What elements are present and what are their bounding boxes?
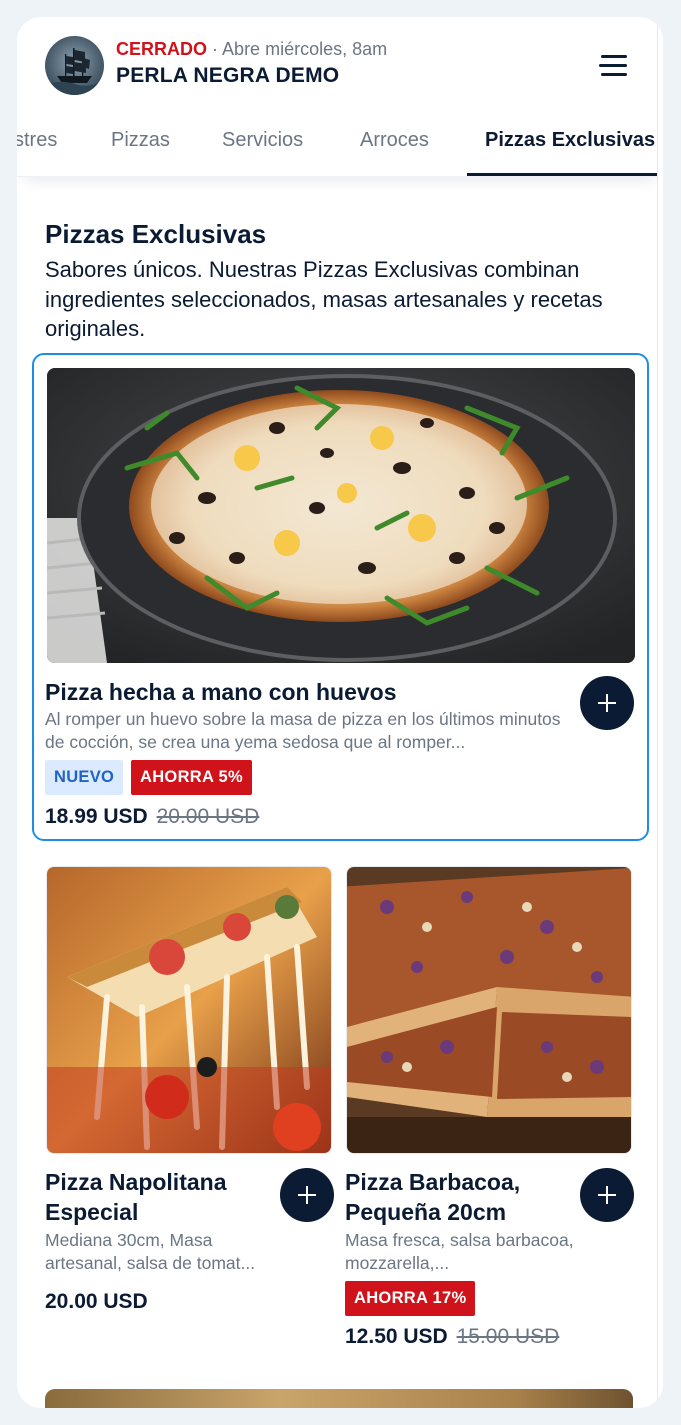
tab-arroces[interactable]: Arroces (360, 129, 429, 152)
next-product-image-peek (45, 1389, 633, 1408)
status-separator: · (212, 39, 219, 59)
product-price: 20.00 USD (45, 1290, 148, 1313)
current-price: 12.50 USD (345, 1325, 448, 1348)
active-tab-indicator (467, 173, 657, 176)
tab-pizzas[interactable]: Pizzas (111, 129, 170, 152)
closed-status-label: CERRADO (116, 39, 208, 59)
original-price: 20.00 USD (156, 805, 260, 828)
store-status: CERRADO · Abre miércoles, 8am (116, 39, 387, 60)
store-name: PERLA NEGRA DEMO (116, 64, 340, 87)
app-screen: CERRADO · Abre miércoles, 8am PERLA NEGR… (17, 17, 663, 1408)
add-to-cart-button[interactable] (580, 1168, 634, 1222)
pizza-cheese-pull-photo[interactable] (46, 866, 332, 1154)
pirate-ship-icon (51, 48, 99, 95)
tab-servicios[interactable]: Servicios (222, 129, 303, 152)
top-header: CERRADO · Abre miércoles, 8am PERLA NEGR… (17, 17, 663, 101)
product-description: Al romper un huevo sobre la masa de pizz… (45, 709, 561, 752)
add-to-cart-button[interactable] (280, 1168, 334, 1222)
product-title: Pizza hecha a mano con huevos (45, 679, 397, 705)
section-description: Sabores únicos. Nuestras Pizzas Exclusiv… (45, 257, 603, 341)
opening-hours-text: Abre miércoles, 8am (222, 39, 388, 59)
current-price: 18.99 USD (45, 805, 148, 828)
product-card-featured[interactable]: Pizza hecha a mano con huevos Al romper … (32, 353, 649, 841)
tab-postres[interactable]: stres (17, 129, 57, 152)
tab-pizzas-exclusivas[interactable]: Pizzas Exclusivas (485, 129, 655, 152)
section-title: Pizzas Exclusivas (45, 219, 267, 249)
product-description: Mediana 30cm, Masa artesanal, salsa de t… (45, 1230, 256, 1273)
screen-edge (657, 17, 663, 1408)
product-price: 12.50 USD 15.00 USD (345, 1325, 559, 1349)
original-price: 15.00 USD (456, 1325, 560, 1348)
hamburger-menu-icon[interactable] (599, 54, 629, 78)
product-title[interactable]: Pizza Barbacoa, Pequeña 20cm (345, 1167, 565, 1227)
add-to-cart-button[interactable] (580, 676, 634, 730)
store-logo[interactable] (45, 36, 104, 95)
new-badge: NUEVO (45, 760, 124, 795)
pizza-bbq-photo[interactable] (346, 866, 632, 1154)
device-frame: CERRADO · Abre miércoles, 8am PERLA NEGR… (0, 0, 681, 1425)
discount-badge: AHORRA 5% (131, 760, 252, 795)
product-price: 18.99 USD 20.00 USD (45, 805, 259, 829)
product-title[interactable]: Pizza Napolitana Especial (45, 1167, 255, 1227)
pizza-eggs-arugula-photo (47, 368, 635, 663)
product-description: Masa fresca, salsa barbacoa, mozzarella,… (345, 1230, 574, 1273)
discount-badge: AHORRA 17% (345, 1281, 476, 1316)
category-tabs: stres Pizzas Servicios Arroces Pizzas Ex… (17, 101, 663, 177)
